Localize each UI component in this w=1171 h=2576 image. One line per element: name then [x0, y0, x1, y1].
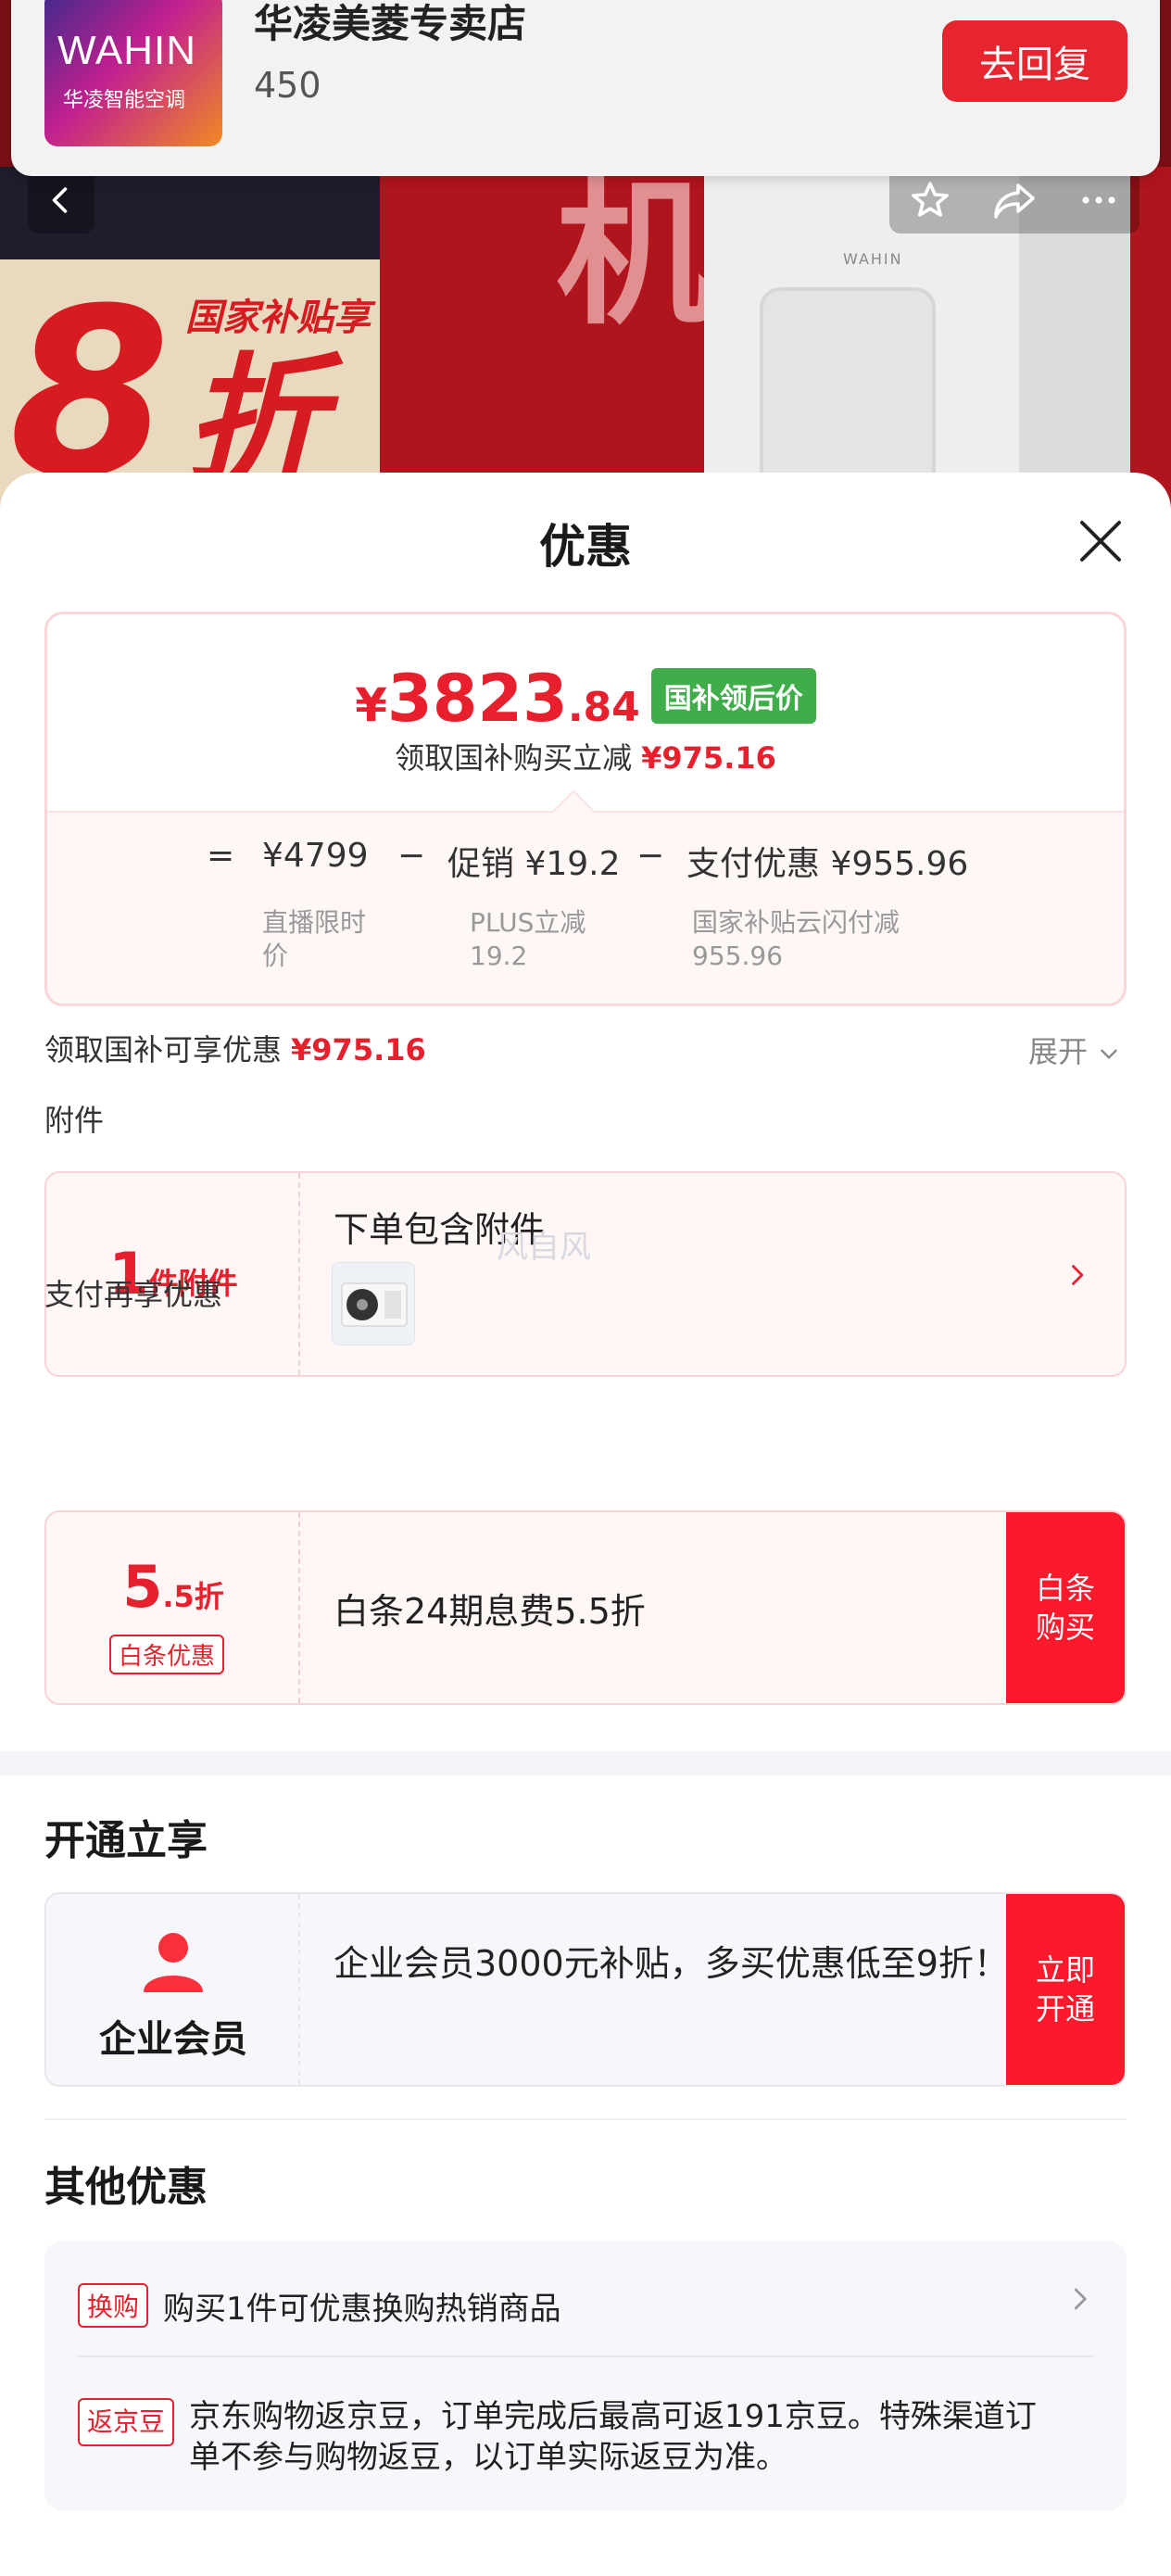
price-reduction-amount: ¥975.16: [641, 740, 776, 776]
open-now-line-2: 开通: [1035, 1991, 1095, 2027]
shop-notification[interactable]: WAHIN 华凌智能空调 华凌美菱专卖店 450 去回复: [11, 0, 1160, 176]
pay-desc-line-1: 国家补贴云闪付减: [692, 907, 900, 938]
outdoor-unit-icon: [341, 1282, 408, 1327]
other-item-exchange[interactable]: 换购 购买1件可优惠换购热销商品: [78, 2283, 1041, 2329]
expand-toggle[interactable]: 展开: [1028, 1029, 1121, 1071]
member-desc: 企业会员3000元补贴，多买优惠低至9折！: [334, 1943, 1009, 1984]
member-label: 企业会员: [99, 2018, 247, 2061]
open-now-line-1: 立即: [1035, 1952, 1095, 1988]
formula-minus-1: −: [397, 837, 426, 875]
final-price: ¥3823.84 国补领后价: [47, 661, 1124, 737]
open-enjoy-title: 开通立享: [44, 1817, 208, 1864]
section-divider: [0, 1751, 1171, 1775]
promo-desc-line-2: 19.2: [470, 941, 528, 971]
formula-base-price: ¥4799: [262, 837, 369, 875]
accessory-watermark: 风自风: [497, 1229, 591, 1266]
divider-line: [44, 2118, 1127, 2120]
baitiao-badge: 白条优惠: [109, 1635, 225, 1674]
chevron-right-icon: [1072, 1265, 1084, 1285]
jingdou-text: 京东购物返京豆，订单完成后最高可返191京豆。特殊渠道订单不参与购物返豆，以订单…: [189, 2398, 1037, 2476]
shop-logo-text: WAHIN: [57, 28, 197, 73]
banner-ji-text: 机: [556, 163, 714, 347]
baitiao-card: 5.5折 白条优惠 白条24期息费5.5折 白条 购买: [44, 1510, 1127, 1705]
open-now-label: 立即 开通: [1033, 1951, 1098, 2028]
exchange-badge: 换购: [78, 2283, 149, 2328]
formula-pay-desc: 国家补贴云闪付减 955.96: [692, 906, 900, 973]
subsidy-row: 领取国补可享优惠 ¥975.16: [44, 1027, 426, 1069]
enterprise-member-card: 企业会员 企业会员3000元补贴，多买优惠低至9折！ 立即 开通: [44, 1892, 1127, 2087]
price-breakdown-card: ¥3823.84 国补领后价 领取国补购买立减 ¥975.16 = ¥4799 − …: [44, 612, 1127, 1006]
member-panel: 企业会员: [46, 1894, 300, 2085]
formula-promo: 促销 ¥19.2: [447, 845, 621, 883]
ac-vent: [760, 287, 936, 500]
more-icon[interactable]: [1077, 178, 1121, 222]
open-now-button[interactable]: 立即 开通: [1006, 1894, 1125, 2085]
shop-logo-subtext: 华凌智能空调: [63, 89, 186, 112]
formula-pay-discount: 支付优惠 ¥955.96: [686, 845, 969, 883]
formula-promo-desc: PLUS立减 19.2: [470, 906, 586, 973]
pay-desc-line-2: 955.96: [692, 941, 783, 971]
baitiao-discount-big: 5: [122, 1553, 163, 1621]
promo-desc-line-1: PLUS立减: [470, 907, 586, 938]
subsidy-amount: ¥975.16: [291, 1032, 426, 1067]
expand-label: 展开: [1028, 1034, 1089, 1069]
reply-button[interactable]: 去回复: [942, 20, 1127, 102]
banner-zhe: 折: [185, 341, 325, 502]
chevron-left-icon: [52, 187, 68, 213]
jingdou-badge: 返京豆: [78, 2398, 175, 2446]
formula-minus-2: −: [636, 837, 665, 875]
price-integer: 3823: [387, 661, 568, 737]
accessory-section-label: 附件: [44, 1103, 105, 1138]
share-icon[interactable]: [990, 178, 1039, 222]
back-button[interactable]: [28, 167, 94, 234]
baitiao-discount: 5.5折: [46, 1553, 300, 1621]
price-currency: ¥: [355, 678, 387, 732]
subsidy-label: 领取国补可享优惠: [44, 1032, 283, 1067]
other-discounts-title: 其他优惠: [44, 2164, 208, 2211]
price-reduction-line: 领取国补购买立减 ¥975.16: [47, 735, 1124, 777]
chevron-right-icon: [1074, 2288, 1087, 2310]
formula-base-desc: 直播限时价: [262, 907, 367, 971]
shop-count: 450: [254, 65, 321, 106]
subsidy-price-tag: 国补领后价: [650, 668, 816, 724]
user-icon: [144, 1933, 203, 1992]
other-item-jingdou: 返京豆 京东购物返京豆，订单完成后最高可返191京豆。特殊渠道订单不参与购物返豆，…: [78, 2396, 1060, 2478]
exchange-text: 购买1件可优惠换购热销商品: [163, 2291, 561, 2328]
pay-again-section-label: 支付再享优惠: [44, 1277, 223, 1312]
baitiao-buy-line-1: 白条: [1035, 1571, 1095, 1606]
shop-name: 华凌美菱专卖店: [254, 1, 527, 46]
formula-equals: =: [207, 837, 235, 875]
baitiao-buy-label: 白条 购买: [1033, 1569, 1098, 1647]
baitiao-buy-line-2: 购买: [1035, 1610, 1095, 1645]
close-button[interactable]: [1073, 513, 1128, 569]
top-nav-actions: [889, 167, 1140, 234]
baitiao-discount-panel: 5.5折 白条优惠: [46, 1512, 300, 1703]
price-reduction-label: 领取国补购买立减: [395, 740, 633, 776]
banner-subsidy-tag: 国家补贴享: [185, 297, 371, 339]
shop-logo: WAHIN 华凌智能空调: [44, 0, 222, 146]
close-icon: [1080, 521, 1121, 562]
chevron-down-icon: [1101, 1049, 1117, 1059]
ac-brand-text: WAHIN: [843, 250, 903, 268]
sheet-title: 优惠: [539, 520, 632, 574]
baitiao-desc: 白条24期息费5.5折: [334, 1591, 646, 1632]
accessory-thumbnail: [332, 1262, 415, 1345]
price-decimal: .84: [567, 684, 640, 731]
star-icon[interactable]: [908, 178, 952, 222]
baitiao-discount-small: .5折: [162, 1579, 224, 1614]
other-discounts-card: 换购 购买1件可优惠换购热销商品 返京豆 京东购物返京豆，订单完成后最高可返191京…: [44, 2241, 1127, 2511]
baitiao-buy-button[interactable]: 白条 购买: [1006, 1512, 1125, 1703]
other-divider: [78, 2355, 1093, 2357]
